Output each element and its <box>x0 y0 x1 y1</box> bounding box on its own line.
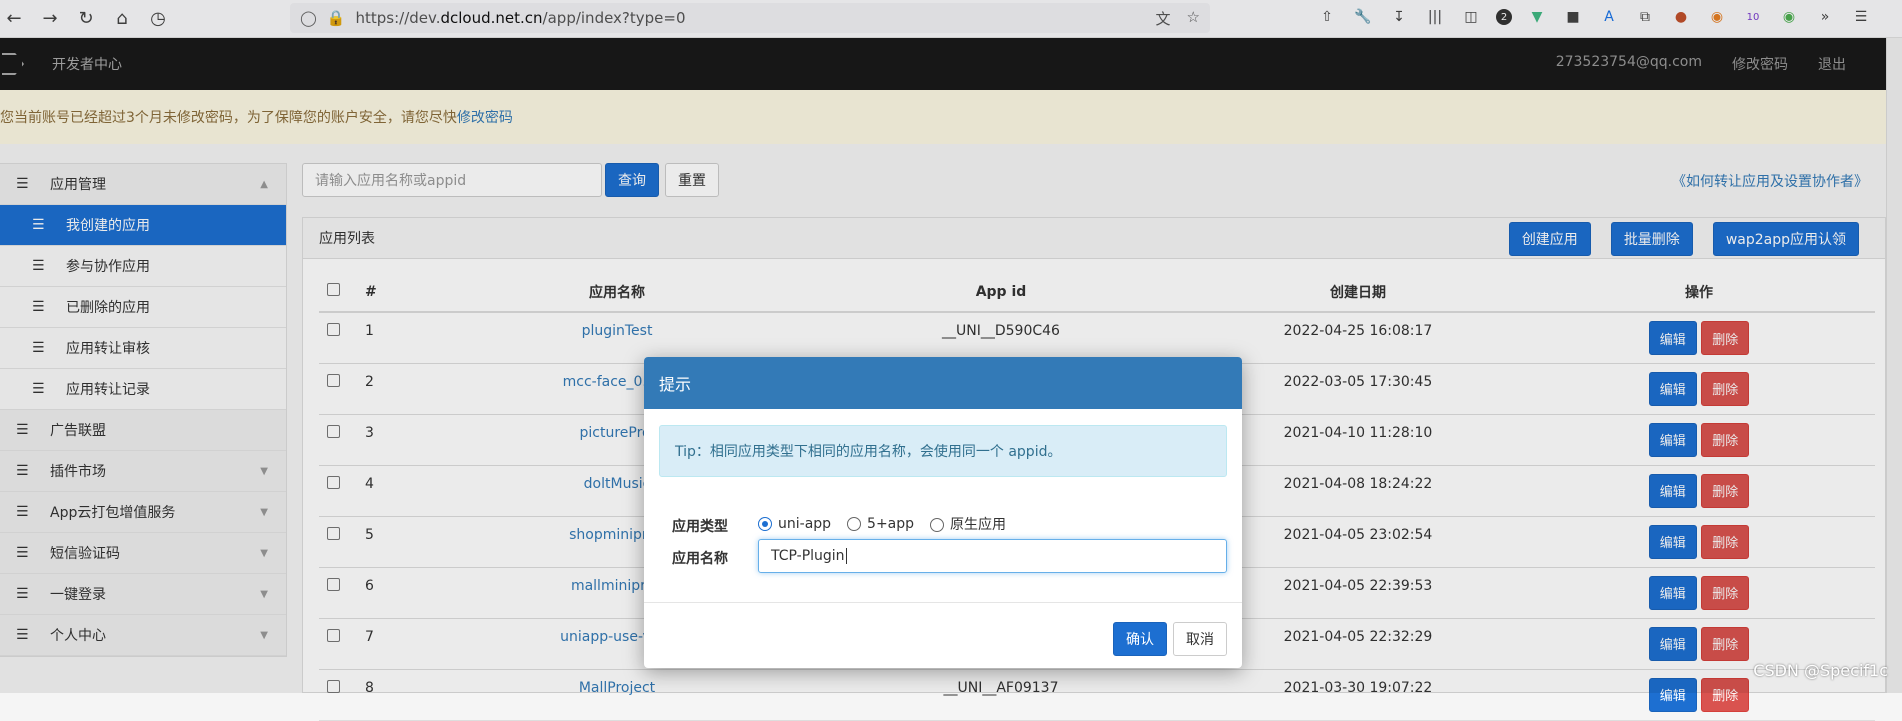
app-name-input[interactable]: TCP-Plugin <box>758 539 1227 573</box>
text-caret <box>845 548 847 564</box>
radio-uni-app[interactable]: uni-app <box>758 516 831 532</box>
radio-unchecked-icon[interactable] <box>930 518 945 532</box>
app-type-radio-group: uni-app 5+app 原生应用 <box>758 514 1006 534</box>
radio-unchecked-icon[interactable] <box>847 517 862 531</box>
radio-checked-icon[interactable] <box>758 517 772 531</box>
radio-5plus-app[interactable]: 5+app <box>847 516 914 532</box>
dialog-footer: 确认 取消 <box>644 602 1242 668</box>
tip-alert: Tip：相同应用类型下相同的应用名称，会使用同一个 appid。 <box>659 425 1227 477</box>
dialog-title: 提示 <box>644 357 1242 409</box>
radio-native-app[interactable]: 原生应用 <box>930 514 1006 534</box>
app-type-label: 应用类型 <box>672 519 728 535</box>
confirm-button[interactable]: 确认 <box>1113 622 1167 656</box>
create-app-dialog: 提示 Tip：相同应用类型下相同的应用名称，会使用同一个 appid。 应用类型… <box>644 357 1242 668</box>
app-name-value: TCP-Plugin <box>771 548 845 564</box>
app-name-label: 应用名称 <box>672 551 728 567</box>
watermark: CSDN @Specif1c <box>1753 661 1888 680</box>
cancel-button[interactable]: 取消 <box>1173 622 1227 656</box>
